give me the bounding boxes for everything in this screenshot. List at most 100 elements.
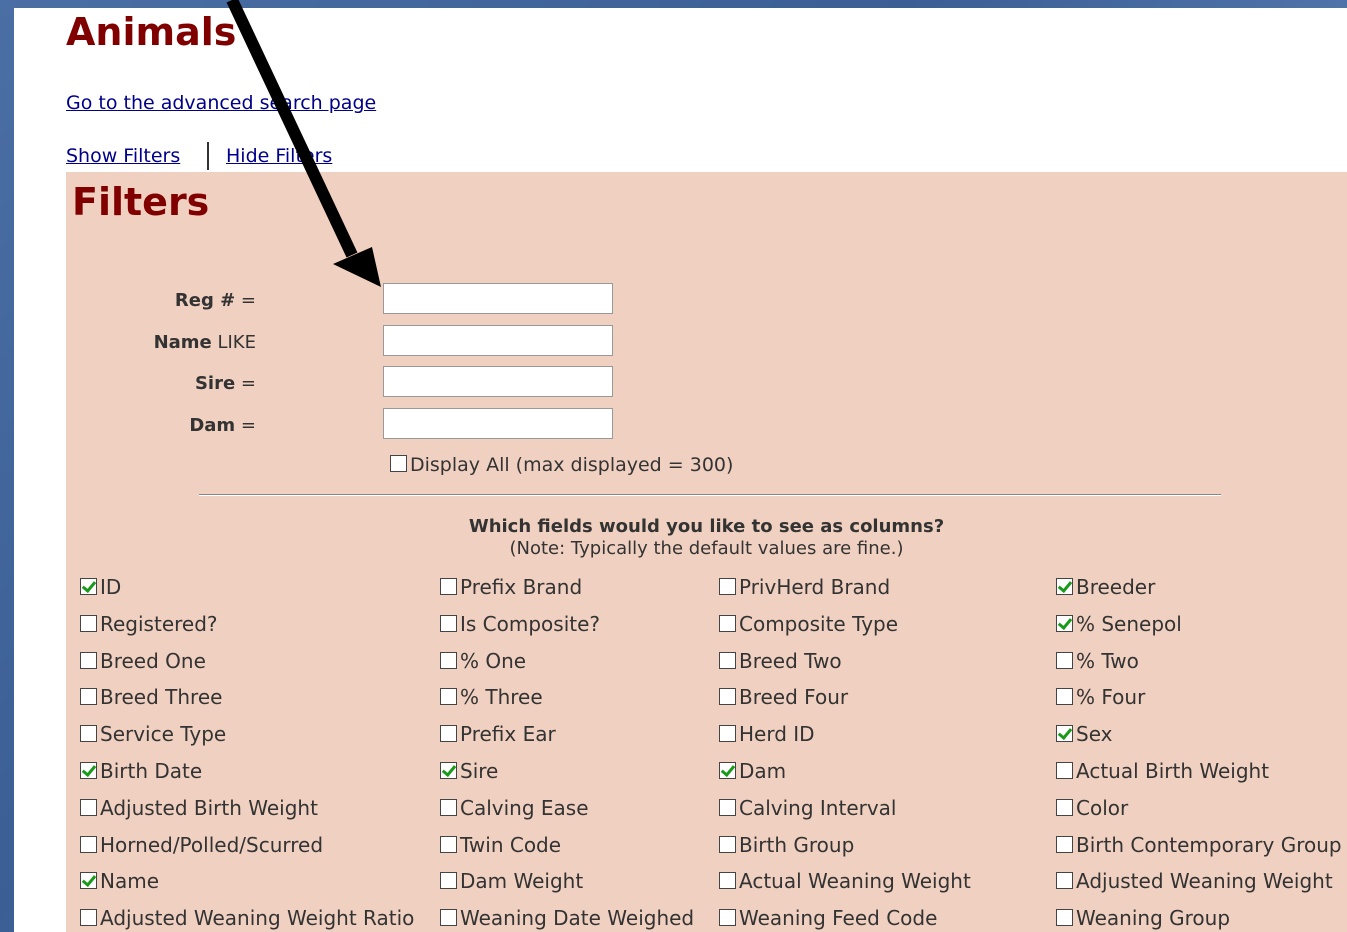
column-field-option[interactable]: Breed Two [719, 650, 842, 672]
column-field-option[interactable]: Adjusted Weaning Weight [1056, 870, 1333, 892]
column-field-option[interactable]: Actual Weaning Weight [719, 870, 971, 892]
column-field-label: Dam [739, 759, 787, 783]
column-field-label: % Two [1076, 649, 1139, 673]
column-field-checkbox[interactable] [1056, 578, 1073, 595]
column-field-checkbox[interactable] [719, 872, 736, 889]
dam-input[interactable] [383, 408, 613, 439]
column-field-option[interactable]: Horned/Polled/Scurred [80, 834, 323, 856]
column-field-checkbox[interactable] [719, 652, 736, 669]
column-field-option[interactable]: Is Composite? [440, 613, 600, 635]
column-field-option[interactable]: Name [80, 870, 159, 892]
column-field-checkbox[interactable] [440, 799, 457, 816]
column-field-label: Prefix Ear [460, 722, 556, 746]
display-all-option[interactable]: Display All (max displayed = 300) [390, 454, 733, 476]
column-field-checkbox[interactable] [80, 762, 97, 779]
column-field-checkbox[interactable] [1056, 725, 1073, 742]
column-field-checkbox[interactable] [1056, 909, 1073, 926]
column-field-option[interactable]: Weaning Date Weighed [440, 907, 694, 929]
advanced-search-link[interactable]: Go to the advanced search page [66, 92, 376, 114]
name-input[interactable] [383, 325, 613, 356]
column-field-option[interactable]: Sire [440, 760, 498, 782]
column-field-checkbox[interactable] [719, 578, 736, 595]
column-field-option[interactable]: Composite Type [719, 613, 898, 635]
column-field-option[interactable]: % Senepol [1056, 613, 1182, 635]
column-field-option[interactable]: Adjusted Weaning Weight Ratio [80, 907, 414, 929]
column-field-option[interactable]: Sex [1056, 723, 1112, 745]
column-field-option[interactable]: Breed One [80, 650, 206, 672]
reg-number-input[interactable] [383, 283, 613, 314]
column-field-checkbox[interactable] [440, 872, 457, 889]
column-field-option[interactable]: Dam [719, 760, 786, 782]
column-field-option[interactable]: ID [80, 576, 121, 598]
column-field-label: Adjusted Weaning Weight [1076, 869, 1333, 893]
column-field-option[interactable]: Color [1056, 797, 1128, 819]
hide-filters-link[interactable]: Hide Filters [226, 145, 332, 167]
column-field-option[interactable]: Weaning Group [1056, 907, 1230, 929]
column-field-option[interactable]: % One [440, 650, 526, 672]
column-field-option[interactable]: Birth Date [80, 760, 202, 782]
column-field-label: Service Type [100, 722, 227, 746]
column-field-checkbox[interactable] [719, 688, 736, 705]
column-field-label: Herd ID [739, 722, 815, 746]
column-field-checkbox[interactable] [1056, 836, 1073, 853]
column-field-option[interactable]: Service Type [80, 723, 226, 745]
column-field-option[interactable]: Breeder [1056, 576, 1155, 598]
column-field-option[interactable]: Birth Group [719, 834, 854, 856]
column-field-option[interactable]: Dam Weight [440, 870, 583, 892]
column-field-checkbox[interactable] [440, 652, 457, 669]
column-field-checkbox[interactable] [80, 652, 97, 669]
column-field-checkbox[interactable] [80, 615, 97, 632]
column-field-checkbox[interactable] [1056, 615, 1073, 632]
column-field-label: Sire [460, 759, 499, 783]
column-field-option[interactable]: PrivHerd Brand [719, 576, 890, 598]
column-field-option[interactable]: % Three [440, 686, 543, 708]
column-field-checkbox[interactable] [80, 799, 97, 816]
column-field-option[interactable]: % Two [1056, 650, 1139, 672]
column-field-option[interactable]: Weaning Feed Code [719, 907, 937, 929]
column-field-label: Prefix Brand [460, 575, 583, 599]
column-field-checkbox[interactable] [1056, 872, 1073, 889]
column-field-checkbox[interactable] [1056, 799, 1073, 816]
column-field-checkbox[interactable] [440, 909, 457, 926]
column-field-option[interactable]: Breed Four [719, 686, 848, 708]
column-field-option[interactable]: Twin Code [440, 834, 561, 856]
column-field-checkbox[interactable] [719, 836, 736, 853]
column-field-option[interactable]: Breed Three [80, 686, 222, 708]
column-field-checkbox[interactable] [719, 615, 736, 632]
column-field-label: Twin Code [460, 833, 562, 857]
column-field-checkbox[interactable] [80, 578, 97, 595]
column-field-checkbox[interactable] [1056, 688, 1073, 705]
column-field-checkbox[interactable] [440, 762, 457, 779]
column-field-checkbox[interactable] [440, 615, 457, 632]
column-field-option[interactable]: Adjusted Birth Weight [80, 797, 318, 819]
column-field-checkbox[interactable] [440, 725, 457, 742]
column-field-checkbox[interactable] [719, 762, 736, 779]
column-field-checkbox[interactable] [719, 909, 736, 926]
column-field-checkbox[interactable] [1056, 652, 1073, 669]
display-all-checkbox[interactable] [390, 455, 407, 472]
column-field-checkbox[interactable] [719, 725, 736, 742]
column-field-option[interactable]: Prefix Ear [440, 723, 556, 745]
column-field-option[interactable]: Birth Contemporary Group [1056, 834, 1342, 856]
column-field-checkbox[interactable] [80, 688, 97, 705]
column-field-checkbox[interactable] [80, 909, 97, 926]
column-field-checkbox[interactable] [719, 799, 736, 816]
column-field-checkbox[interactable] [440, 688, 457, 705]
column-field-option[interactable]: Herd ID [719, 723, 815, 745]
column-field-option[interactable]: % Four [1056, 686, 1145, 708]
column-field-checkbox[interactable] [440, 836, 457, 853]
column-field-checkbox[interactable] [80, 836, 97, 853]
show-filters-link[interactable]: Show Filters [66, 145, 180, 167]
column-field-label: Breeder [1076, 575, 1156, 599]
column-field-checkbox[interactable] [440, 578, 457, 595]
column-field-option[interactable]: Calving Ease [440, 797, 589, 819]
column-field-option[interactable]: Prefix Brand [440, 576, 582, 598]
column-field-option[interactable]: Registered? [80, 613, 218, 635]
sire-label: Sire = [194, 373, 256, 394]
column-field-option[interactable]: Actual Birth Weight [1056, 760, 1269, 782]
column-field-checkbox[interactable] [80, 872, 97, 889]
column-field-checkbox[interactable] [80, 725, 97, 742]
column-field-option[interactable]: Calving Interval [719, 797, 897, 819]
sire-input[interactable] [383, 366, 613, 397]
column-field-checkbox[interactable] [1056, 762, 1073, 779]
